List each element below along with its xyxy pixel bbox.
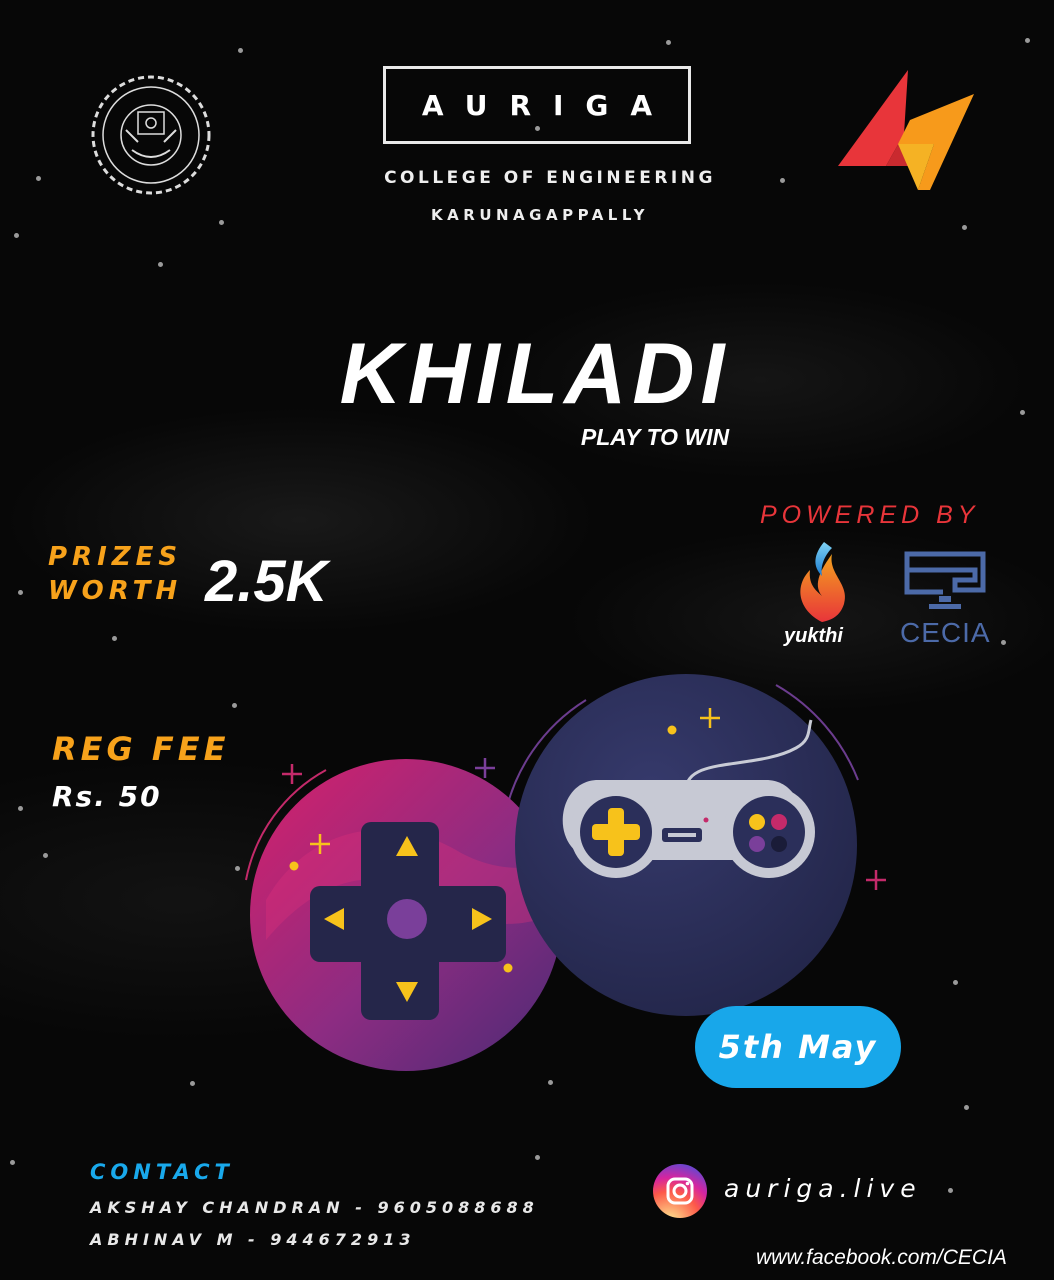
event-title: KHILADI xyxy=(339,326,731,422)
prizes-label: PRIZES WORTH xyxy=(48,540,182,608)
prizes-label-line2: WORTH xyxy=(48,576,183,606)
brand-frame: AURIGA xyxy=(383,66,691,144)
powered-by-heading: POWERED BY xyxy=(760,501,980,529)
sponsor-cecia: CECIA xyxy=(900,617,991,648)
instagram-handle[interactable]: auriga.live xyxy=(724,1174,922,1203)
cecia-monitor-logo-icon xyxy=(904,551,986,609)
prize-value: 2.5K xyxy=(205,549,328,614)
event-tagline: PLAY TO WIN xyxy=(580,424,730,450)
brand-name: AURIGA xyxy=(421,88,675,122)
college-location: KARUNAGAPPALLY xyxy=(431,206,649,224)
reg-fee-label: REG FEE xyxy=(52,730,230,768)
reg-fee-value: Rs. 50 xyxy=(52,780,162,813)
sparkle-icon xyxy=(475,758,495,778)
instagram-icon[interactable] xyxy=(653,1164,707,1218)
event-date: 5th May xyxy=(718,1028,878,1066)
event-poster: AURIGA COLLEGE OF ENGINEERING KARUNAGAPP… xyxy=(0,0,1054,1280)
college-name: COLLEGE OF ENGINEERING xyxy=(384,168,716,188)
auriga-lightning-logo-icon xyxy=(838,70,974,190)
facebook-link[interactable]: www.facebook.com/CECIA xyxy=(756,1246,1007,1270)
yukthi-flame-logo-icon xyxy=(800,542,846,622)
contact-person-2: ABHINAV M - 944672913 xyxy=(90,1230,416,1249)
prizes-label-line1: PRIZES xyxy=(48,542,183,572)
event-date-badge: 5th May xyxy=(695,1006,901,1088)
sponsor-yukthi: yukthi xyxy=(784,625,843,647)
college-seal-icon xyxy=(91,75,211,195)
contact-heading: CONTACT xyxy=(90,1160,234,1184)
contact-person-1: AKSHAY CHANDRAN - 9605088688 xyxy=(90,1198,539,1217)
